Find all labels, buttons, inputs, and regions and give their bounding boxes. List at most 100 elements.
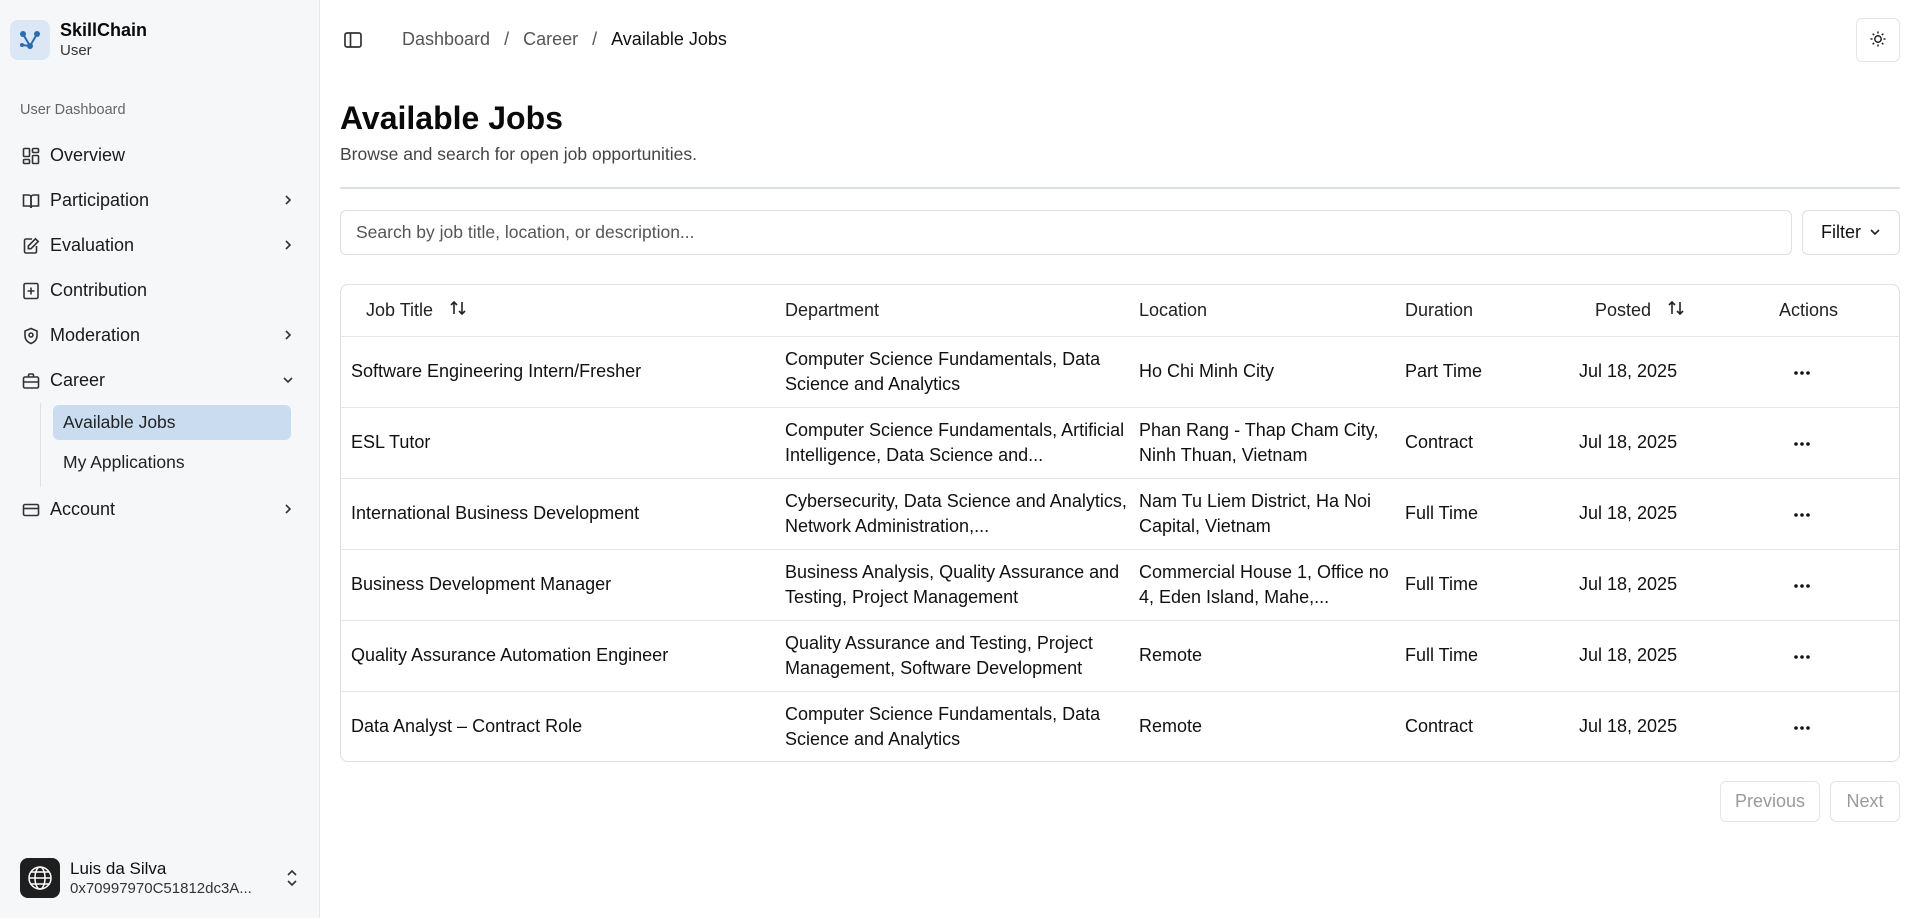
theme-toggle-button[interactable] xyxy=(1856,18,1900,62)
chevron-right-icon xyxy=(278,235,298,255)
sidebar-item-label: Contribution xyxy=(50,280,148,300)
department-cell: Cybersecurity, Data Science and Analytic… xyxy=(783,478,1137,550)
brand-name: SkillChain xyxy=(60,20,148,40)
location-cell-text: Remote xyxy=(1139,645,1203,665)
table-row[interactable]: International Business Development Cybers… xyxy=(341,478,1899,550)
table-row[interactable]: ESL Tutor Computer Science Fundamentals, … xyxy=(341,407,1899,479)
table-row[interactable]: Data Analyst – Contract Role Computer Sci… xyxy=(341,691,1899,761)
column-header-location: Location xyxy=(1137,285,1403,337)
more-horizontal-icon[interactable] xyxy=(1790,503,1814,527)
job-title-cell: Data Analyst – Contract Role xyxy=(341,691,783,761)
posted-cell-text: Jul 18, 2025 xyxy=(1579,645,1678,665)
sidebar-item-participation[interactable]: Participation xyxy=(12,178,308,223)
location-cell: Nam Tu Liem District, Ha Noi Capital, Vi… xyxy=(1137,478,1403,550)
sidebar-toggle-icon[interactable] xyxy=(342,29,364,51)
posted-cell: Jul 18, 2025 xyxy=(1579,407,1775,479)
brand[interactable]: SkillChain User xyxy=(10,19,147,60)
next-page-button[interactable]: Next xyxy=(1830,781,1900,822)
more-horizontal-icon[interactable] xyxy=(1790,645,1814,669)
breadcrumb-separator: / xyxy=(592,29,598,49)
department-cell-text: Business Analysis, Quality Assurance and… xyxy=(785,561,1120,607)
department-cell-text: Computer Science Fundamentals, Data Scie… xyxy=(785,703,1101,749)
sidebar-item-account[interactable]: Account xyxy=(12,487,308,532)
sidebar: SkillChain User User Dashboard Overview … xyxy=(0,0,320,918)
posted-cell: Jul 18, 2025 xyxy=(1579,691,1775,761)
duration-cell: Full Time xyxy=(1403,549,1579,621)
sidebar-nav: Overview Participation Evaluation Contri… xyxy=(12,133,308,532)
location-cell-text: Ho Chi Minh City xyxy=(1139,361,1275,381)
more-horizontal-icon[interactable] xyxy=(1790,361,1814,385)
posted-cell-text: Jul 18, 2025 xyxy=(1579,361,1678,381)
brand-role: User xyxy=(60,42,92,59)
actions-cell xyxy=(1775,620,1899,692)
duration-cell: Contract xyxy=(1403,691,1579,761)
more-horizontal-icon[interactable] xyxy=(1790,432,1814,456)
user-menu[interactable]: Luis da Silva 0x70997970C51812dc3A... xyxy=(20,858,300,898)
user-name: Luis da Silva xyxy=(70,859,167,878)
edit-note-icon xyxy=(20,235,42,257)
column-header-department: Department xyxy=(783,285,1137,337)
previous-page-button[interactable]: Previous xyxy=(1720,781,1820,822)
sun-icon xyxy=(1869,30,1887,51)
location-cell: Ho Chi Minh City xyxy=(1137,336,1403,408)
breadcrumb-career[interactable]: Career xyxy=(523,29,578,50)
duration-cell-text: Contract xyxy=(1405,716,1474,737)
sort-arrows-icon[interactable] xyxy=(449,299,467,322)
table-row[interactable]: Software Engineering Intern/Fresher Compu… xyxy=(341,336,1899,408)
chevron-down-icon xyxy=(278,370,298,390)
header-label: Job Title xyxy=(366,299,434,320)
sidebar-item-overview[interactable]: Overview xyxy=(12,133,308,178)
search-input[interactable] xyxy=(340,210,1792,255)
location-cell: Phan Rang - Thap Cham City, Ninh Thuan, … xyxy=(1137,407,1403,479)
job-title-cell: International Business Development xyxy=(341,478,783,550)
job-title-cell: ESL Tutor xyxy=(341,407,783,479)
sidebar-item-moderation[interactable]: Moderation xyxy=(12,313,308,358)
breadcrumb-dashboard[interactable]: Dashboard xyxy=(402,29,490,50)
sidebar-item-label: Account xyxy=(50,499,116,519)
posted-cell-text: Jul 18, 2025 xyxy=(1579,574,1678,594)
actions-cell xyxy=(1775,478,1899,550)
sidebar-item-my-applications[interactable]: My Applications xyxy=(53,445,291,480)
more-horizontal-icon[interactable] xyxy=(1790,716,1814,740)
filter-label: Filter xyxy=(1821,222,1861,242)
breadcrumb-current: Available Jobs xyxy=(611,29,727,49)
posted-cell-text: Jul 18, 2025 xyxy=(1579,716,1678,737)
sidebar-item-career[interactable]: Career xyxy=(12,358,308,403)
duration-cell: Part Time xyxy=(1403,336,1579,408)
location-cell-text: Nam Tu Liem District, Ha Noi Capital, Vi… xyxy=(1139,490,1372,536)
filter-button[interactable]: Filter xyxy=(1802,210,1900,255)
job-title-cell: Software Engineering Intern/Fresher xyxy=(341,336,783,408)
jobs-table: Job Title Department Location Duration P… xyxy=(340,284,1900,762)
sidebar-item-label: Moderation xyxy=(50,325,141,345)
column-header-duration: Duration xyxy=(1403,285,1579,337)
table-row[interactable]: Quality Assurance Automation Engineer Qua… xyxy=(341,620,1899,692)
sidebar-item-evaluation[interactable]: Evaluation xyxy=(12,223,308,268)
job-title-cell-text: Software Engineering Intern/Fresher xyxy=(351,361,642,381)
breadcrumb: Dashboard / Career / Available Jobs xyxy=(402,29,727,50)
duration-cell: Full Time xyxy=(1403,478,1579,550)
more-horizontal-icon[interactable] xyxy=(1790,574,1814,598)
sidebar-item-contribution[interactable]: Contribution xyxy=(12,268,308,313)
department-cell-text: Cybersecurity, Data Science and Analytic… xyxy=(785,490,1127,536)
posted-cell: Jul 18, 2025 xyxy=(1579,478,1775,550)
sidebar-item-available-jobs[interactable]: Available Jobs xyxy=(53,405,291,440)
chevron-right-icon xyxy=(278,499,298,519)
book-open-icon xyxy=(20,190,42,212)
job-title-cell-text: Business Development Manager xyxy=(351,574,612,594)
department-cell: Computer Science Fundamentals, Data Scie… xyxy=(783,336,1137,408)
credit-card-icon xyxy=(20,499,42,521)
sidebar-group-label: User Dashboard xyxy=(20,102,126,118)
sort-arrows-icon[interactable] xyxy=(1667,299,1685,322)
actions-cell xyxy=(1775,691,1899,761)
department-cell: Computer Science Fundamentals, Data Scie… xyxy=(783,691,1137,761)
breadcrumb-separator: / xyxy=(504,29,510,49)
posted-cell: Jul 18, 2025 xyxy=(1579,620,1775,692)
skillchain-logo-icon xyxy=(10,19,50,60)
column-header-job-title[interactable]: Job Title xyxy=(341,285,783,337)
duration-cell-text: Full Time xyxy=(1405,645,1479,665)
chevron-right-icon xyxy=(278,190,298,210)
column-header-posted[interactable]: Posted xyxy=(1579,285,1775,337)
table-row[interactable]: Business Development Manager Business Ana… xyxy=(341,549,1899,621)
actions-cell xyxy=(1775,549,1899,621)
department-cell-text: Quality Assurance and Testing, Project M… xyxy=(785,632,1093,678)
